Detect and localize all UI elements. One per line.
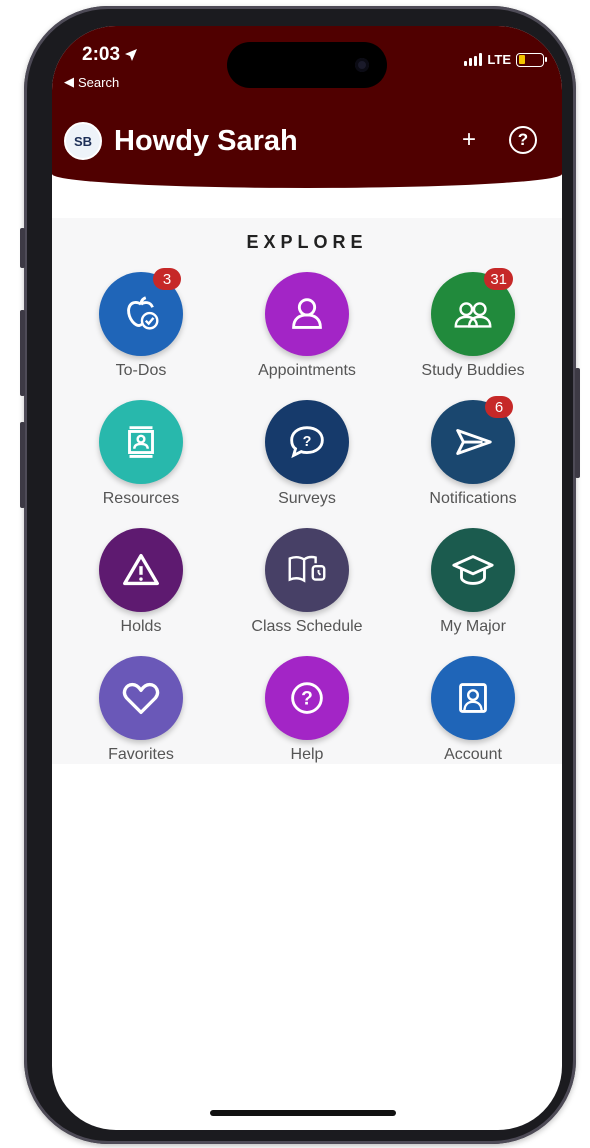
class-schedule-circle bbox=[265, 528, 349, 612]
account-portrait-icon bbox=[459, 683, 487, 713]
help-circle: ? bbox=[265, 656, 349, 740]
tile-appointments[interactable]: Appointments bbox=[232, 272, 382, 380]
person-icon bbox=[292, 298, 322, 329]
my-major-circle bbox=[431, 528, 515, 612]
greeting-title: Howdy Sarah bbox=[114, 124, 298, 157]
account-label: Account bbox=[444, 746, 502, 763]
tile-resources[interactable]: Resources bbox=[66, 400, 216, 508]
notifications-circle: 6 bbox=[431, 396, 515, 484]
tile-surveys[interactable]: ? Surveys bbox=[232, 400, 382, 508]
back-to-search-link[interactable]: ◀ Search bbox=[64, 74, 119, 90]
tile-holds[interactable]: Holds bbox=[66, 528, 216, 636]
study-buddies-circle: 31 bbox=[431, 268, 515, 356]
location-arrow-icon bbox=[125, 49, 138, 61]
todos-circle: 3 bbox=[99, 268, 183, 356]
group-icon bbox=[454, 302, 492, 328]
status-bar: 2:03 ◀ Search LTE bbox=[52, 40, 562, 90]
resources-label: Resources bbox=[102, 490, 180, 507]
tile-account[interactable]: Account bbox=[398, 656, 548, 764]
screen: 2:03 ◀ Search LTE SB Howdy Sarah + ? EXP… bbox=[52, 26, 562, 1130]
camera-icon bbox=[355, 58, 369, 72]
apple-check-icon bbox=[127, 296, 159, 330]
tile-study-buddies[interactable]: 31 Study Buddies bbox=[398, 268, 548, 380]
status-indicators: LTE bbox=[464, 52, 547, 67]
holds-circle bbox=[99, 528, 183, 612]
avatar[interactable]: SB bbox=[64, 122, 102, 160]
phone-frame: 2:03 ◀ Search LTE SB Howdy Sarah + ? EXP… bbox=[20, 6, 580, 1144]
tile-notifications[interactable]: 6 Notifications bbox=[398, 396, 548, 508]
resources-circle bbox=[99, 400, 183, 484]
volume-down-button bbox=[20, 422, 25, 508]
study-buddies-label: Study Buddies bbox=[421, 362, 525, 379]
send-icon bbox=[456, 429, 492, 455]
network-label: LTE bbox=[487, 52, 511, 67]
explore-section: EXPLORE 3 To-Dos Appointments 31 Study B… bbox=[52, 218, 562, 764]
id-card-icon bbox=[128, 426, 154, 458]
tile-favorites[interactable]: Favorites bbox=[66, 656, 216, 764]
heart-icon bbox=[122, 682, 160, 715]
study-buddies-badge: 31 bbox=[484, 268, 513, 290]
class-schedule-label: Class Schedule bbox=[251, 618, 363, 635]
signal-icon bbox=[464, 53, 483, 66]
tile-class-schedule[interactable]: Class Schedule bbox=[232, 528, 382, 636]
svg-text:?: ? bbox=[301, 689, 313, 710]
mute-switch bbox=[20, 228, 25, 268]
appointments-circle bbox=[265, 272, 349, 356]
tile-todos[interactable]: 3 To-Dos bbox=[66, 268, 216, 380]
time-text: 2:03 bbox=[82, 44, 121, 65]
back-label: Search bbox=[78, 74, 120, 90]
speech-question-icon: ? bbox=[290, 426, 324, 459]
svg-text:?: ? bbox=[303, 434, 312, 450]
graduation-cap-icon bbox=[452, 555, 494, 585]
favorites-label: Favorites bbox=[108, 746, 174, 763]
notifications-label: Notifications bbox=[429, 490, 517, 507]
book-watch-icon bbox=[288, 555, 326, 583]
explore-title: EXPLORE bbox=[246, 232, 368, 252]
appointments-label: Appointments bbox=[258, 362, 356, 379]
favorites-circle bbox=[99, 656, 183, 740]
power-button bbox=[575, 368, 580, 478]
tile-my-major[interactable]: My Major bbox=[398, 528, 548, 636]
tile-help[interactable]: ? Help bbox=[232, 656, 382, 764]
back-triangle-icon: ◀ bbox=[64, 74, 74, 89]
home-indicator[interactable] bbox=[210, 1110, 396, 1116]
my-major-label: My Major bbox=[440, 618, 506, 635]
surveys-circle: ? bbox=[265, 400, 349, 484]
warning-icon bbox=[123, 553, 159, 586]
plus-icon[interactable]: + bbox=[462, 126, 476, 154]
notifications-badge: 6 bbox=[485, 396, 513, 418]
volume-up-button bbox=[20, 310, 25, 396]
todos-badge: 3 bbox=[153, 268, 181, 290]
status-time: 2:03 bbox=[82, 44, 138, 66]
dynamic-island bbox=[227, 42, 387, 88]
todos-label: To-Dos bbox=[115, 362, 167, 379]
account-circle bbox=[431, 656, 515, 740]
help-label: Help bbox=[290, 746, 324, 763]
profile-header: SB Howdy Sarah bbox=[64, 122, 298, 160]
question-circle-icon[interactable]: ? bbox=[509, 126, 537, 154]
question-icon: ? bbox=[291, 682, 323, 714]
holds-label: Holds bbox=[120, 618, 162, 635]
surveys-label: Surveys bbox=[278, 490, 336, 507]
battery-icon bbox=[516, 52, 547, 67]
